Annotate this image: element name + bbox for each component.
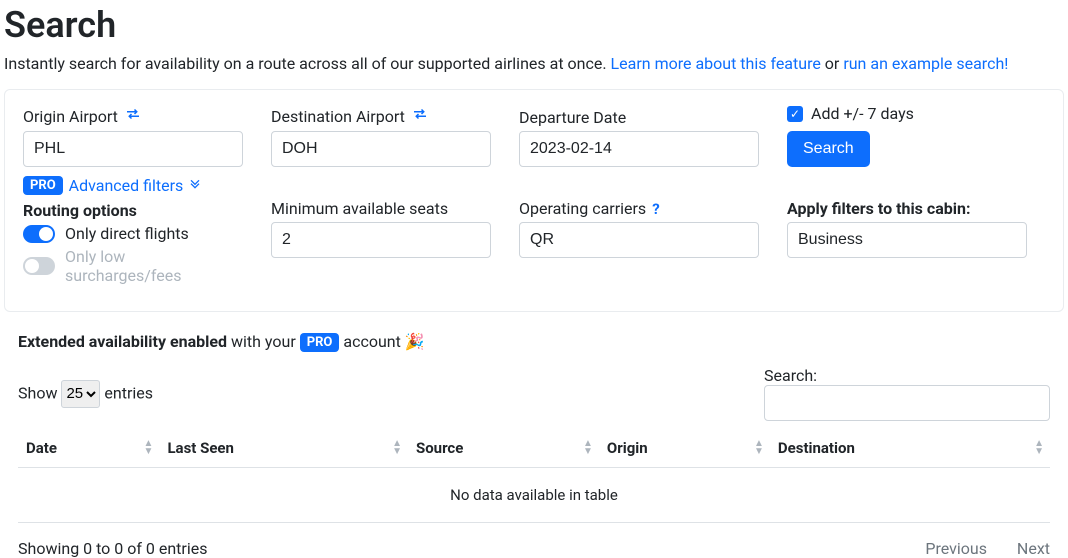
chevron-down-icon (187, 175, 203, 195)
col-last-seen[interactable]: Last Seen▲▼ (159, 429, 408, 468)
cabin-input[interactable] (787, 222, 1027, 258)
length-select[interactable]: 25 (61, 380, 100, 408)
intro-text: Instantly search for availability on a r… (4, 54, 1064, 73)
pro-badge: PRO (23, 176, 63, 195)
min-seats-label: Minimum available seats (271, 199, 491, 218)
table-info: Showing 0 to 0 of 0 entries (18, 539, 207, 558)
cabin-label: Apply filters to this cabin: (787, 199, 1027, 218)
low-fees-label: Only low surcharges/fees (65, 247, 243, 285)
sort-icon: ▲▼ (1034, 440, 1044, 456)
intro-or: or (825, 54, 844, 73)
sort-icon: ▲▼ (754, 440, 764, 456)
page-title: Search (4, 4, 1064, 46)
intro-plain: Instantly search for availability on a r… (4, 54, 611, 73)
origin-input[interactable] (23, 131, 243, 167)
col-origin[interactable]: Origin▲▼ (599, 429, 770, 468)
add-days-label: Add +/- 7 days (811, 104, 914, 123)
destination-label: Destination Airport (271, 105, 491, 127)
min-seats-input[interactable] (271, 222, 491, 258)
search-button[interactable]: Search (787, 131, 870, 167)
length-control: Show 25 entries (18, 380, 153, 408)
swap-icon[interactable] (411, 105, 429, 127)
col-source[interactable]: Source▲▼ (408, 429, 599, 468)
sort-icon: ▲▼ (144, 440, 154, 456)
departure-input[interactable] (519, 131, 759, 167)
pager: Previous Next (899, 539, 1050, 558)
origin-label: Origin Airport (23, 105, 243, 127)
carriers-label: Operating carriers ? (519, 199, 759, 218)
table-search-input[interactable] (764, 385, 1050, 421)
sort-icon: ▲▼ (583, 440, 593, 456)
table-search-control: Search: (764, 366, 1050, 421)
add-days-checkbox[interactable]: ✓ (787, 106, 803, 122)
empty-row: No data available in table (18, 468, 1050, 523)
help-icon[interactable]: ? (652, 200, 659, 218)
routing-heading: Routing options (23, 201, 243, 220)
advanced-filters-toggle[interactable]: Advanced filters (69, 175, 204, 195)
direct-flights-toggle[interactable] (23, 225, 55, 243)
run-example-link[interactable]: run an example search! (843, 54, 1008, 73)
direct-flights-label: Only direct flights (65, 224, 189, 243)
results-table: Date▲▼ Last Seen▲▼ Source▲▼ Origin▲▼ Des… (18, 429, 1050, 523)
extended-availability-notice: Extended availability enabled with your … (4, 332, 1064, 352)
col-date[interactable]: Date▲▼ (18, 429, 159, 468)
search-panel: Origin Airport Destination Airport Depar… (4, 89, 1064, 312)
col-destination[interactable]: Destination▲▼ (770, 429, 1050, 468)
pro-badge: PRO (300, 333, 340, 352)
next-button[interactable]: Next (1017, 539, 1050, 558)
learn-more-link[interactable]: Learn more about this feature (611, 54, 821, 73)
departure-label: Departure Date (519, 108, 759, 127)
carriers-input[interactable] (519, 222, 759, 258)
sort-icon: ▲▼ (392, 440, 402, 456)
low-fees-toggle[interactable] (23, 257, 55, 275)
swap-icon[interactable] (124, 105, 142, 127)
prev-button[interactable]: Previous (925, 539, 987, 558)
destination-input[interactable] (271, 131, 491, 167)
